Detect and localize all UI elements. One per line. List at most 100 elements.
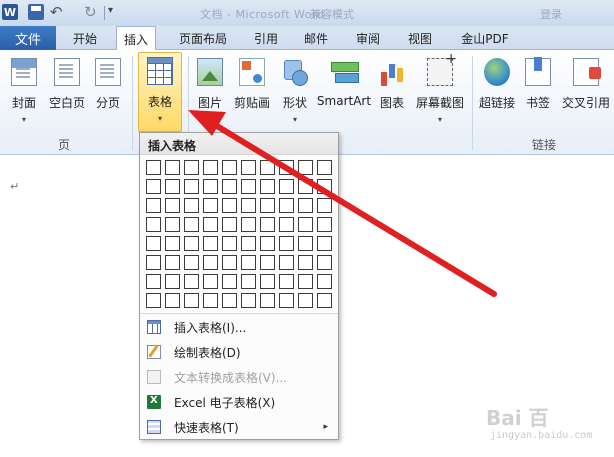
grid-cell[interactable] (146, 293, 161, 308)
grid-cell[interactable] (222, 255, 237, 270)
grid-cell[interactable] (203, 293, 218, 308)
grid-cell[interactable] (165, 160, 180, 175)
grid-cell[interactable] (241, 217, 256, 232)
tab-insert[interactable]: 插入 (116, 26, 156, 51)
grid-cell[interactable] (146, 198, 161, 213)
tab-references[interactable]: 引用 (246, 26, 286, 50)
save-icon[interactable] (28, 4, 44, 20)
grid-cell[interactable] (279, 293, 294, 308)
menu-item-excel-spreadsheet[interactable]: Excel 电子表格(X) (140, 390, 338, 414)
grid-cell[interactable] (260, 255, 275, 270)
shapes-button[interactable]: 形状 ▾ (278, 54, 312, 134)
word-logo-icon[interactable]: W (2, 4, 18, 20)
grid-cell[interactable] (317, 293, 332, 308)
grid-cell[interactable] (222, 198, 237, 213)
grid-cell[interactable] (241, 236, 256, 251)
grid-cell[interactable] (317, 198, 332, 213)
tab-page-layout[interactable]: 页面布局 (170, 26, 236, 50)
grid-cell[interactable] (203, 217, 218, 232)
grid-cell[interactable] (184, 274, 199, 289)
grid-cell[interactable] (222, 236, 237, 251)
grid-cell[interactable] (260, 236, 275, 251)
grid-cell[interactable] (260, 198, 275, 213)
grid-cell[interactable] (184, 236, 199, 251)
grid-cell[interactable] (317, 179, 332, 194)
grid-cell[interactable] (279, 217, 294, 232)
grid-cell[interactable] (165, 274, 180, 289)
grid-cell[interactable] (317, 236, 332, 251)
grid-cell[interactable] (298, 236, 313, 251)
customize-qat-icon[interactable]: ▾ (108, 5, 113, 16)
grid-cell[interactable] (241, 179, 256, 194)
tab-kingsoft-pdf[interactable]: 金山PDF (450, 26, 520, 50)
sign-in-link[interactable]: 登录 (540, 6, 562, 22)
hyperlink-button[interactable]: 超链接 (476, 54, 518, 134)
grid-cell[interactable] (298, 274, 313, 289)
clip-art-button[interactable]: 剪贴画 (232, 54, 272, 134)
grid-cell[interactable] (222, 160, 237, 175)
grid-cell[interactable] (165, 236, 180, 251)
grid-cell[interactable] (260, 274, 275, 289)
grid-cell[interactable] (165, 179, 180, 194)
tab-home[interactable]: 开始 (64, 26, 106, 50)
menu-item-insert-table[interactable]: 插入表格(I)... (140, 315, 338, 339)
grid-cell[interactable] (146, 160, 161, 175)
grid-cell[interactable] (260, 179, 275, 194)
grid-cell[interactable] (260, 293, 275, 308)
grid-cell[interactable] (279, 255, 294, 270)
grid-cell[interactable] (279, 179, 294, 194)
grid-cell[interactable] (241, 274, 256, 289)
grid-cell[interactable] (298, 217, 313, 232)
blank-page-button[interactable]: 空白页 (46, 54, 88, 134)
grid-cell[interactable] (165, 217, 180, 232)
grid-cell[interactable] (241, 198, 256, 213)
grid-cell[interactable] (165, 198, 180, 213)
grid-cell[interactable] (203, 274, 218, 289)
grid-cell[interactable] (165, 255, 180, 270)
grid-cell[interactable] (279, 198, 294, 213)
chart-button[interactable]: 图表 (376, 54, 408, 134)
table-size-grid[interactable] (146, 160, 336, 310)
picture-button[interactable]: 图片 (194, 54, 226, 134)
tab-view[interactable]: 视图 (400, 26, 440, 50)
grid-cell[interactable] (260, 217, 275, 232)
screenshot-button[interactable]: 屏幕截图 ▾ (414, 51, 466, 134)
grid-cell[interactable] (317, 217, 332, 232)
grid-cell[interactable] (241, 160, 256, 175)
grid-cell[interactable] (317, 160, 332, 175)
grid-cell[interactable] (184, 293, 199, 308)
grid-cell[interactable] (298, 198, 313, 213)
grid-cell[interactable] (317, 274, 332, 289)
bookmark-button[interactable]: 书签 (522, 54, 554, 134)
grid-cell[interactable] (184, 160, 199, 175)
grid-cell[interactable] (203, 255, 218, 270)
tab-mailings[interactable]: 邮件 (296, 26, 336, 50)
tab-file[interactable]: 文件 (0, 26, 56, 50)
grid-cell[interactable] (222, 217, 237, 232)
grid-cell[interactable] (146, 274, 161, 289)
grid-cell[interactable] (203, 179, 218, 194)
grid-cell[interactable] (184, 217, 199, 232)
grid-cell[interactable] (203, 160, 218, 175)
cover-page-button[interactable]: 封面 ▾ (6, 54, 42, 134)
grid-cell[interactable] (222, 179, 237, 194)
grid-cell[interactable] (279, 160, 294, 175)
grid-cell[interactable] (279, 274, 294, 289)
grid-cell[interactable] (146, 255, 161, 270)
redo-icon[interactable]: ↻ (84, 4, 100, 20)
grid-cell[interactable] (222, 274, 237, 289)
grid-cell[interactable] (298, 160, 313, 175)
grid-cell[interactable] (298, 293, 313, 308)
menu-item-quick-tables[interactable]: 快速表格(T) ▸ (140, 415, 338, 439)
grid-cell[interactable] (317, 255, 332, 270)
grid-cell[interactable] (222, 293, 237, 308)
grid-cell[interactable] (146, 217, 161, 232)
menu-item-draw-table[interactable]: 绘制表格(D) (140, 340, 338, 364)
smartart-button[interactable]: SmartArt (316, 54, 372, 134)
cross-reference-button[interactable]: 交叉引用 (560, 54, 612, 134)
grid-cell[interactable] (260, 160, 275, 175)
page-break-button[interactable]: 分页 (92, 54, 124, 134)
tab-review[interactable]: 审阅 (348, 26, 388, 50)
grid-cell[interactable] (184, 255, 199, 270)
grid-cell[interactable] (241, 255, 256, 270)
